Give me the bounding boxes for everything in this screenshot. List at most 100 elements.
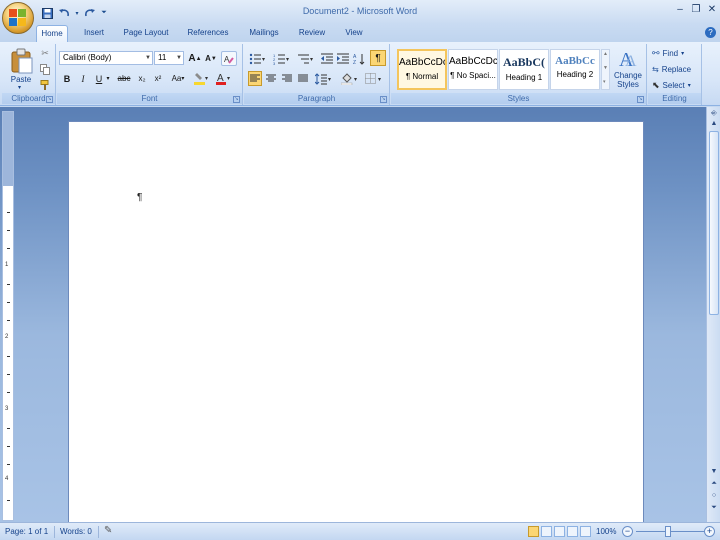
gallery-more-icon[interactable]: ▾ [603, 79, 606, 85]
proofing-icon[interactable]: ✎ [104, 525, 112, 536]
scroll-up-icon[interactable]: ▲ [709, 119, 719, 129]
format-painter-icon[interactable] [38, 78, 52, 93]
font-color-icon: A ▾ [216, 73, 230, 85]
close-icon[interactable]: ✕ [706, 4, 718, 16]
clipboard-group: Paste ▾ ✂ Clipboard ↘ [2, 44, 56, 105]
bold-button[interactable]: B [61, 71, 73, 86]
office-logo-icon [9, 9, 27, 27]
scroll-down-icon[interactable]: ▼ [709, 467, 719, 477]
tab-insert[interactable]: Insert [78, 25, 110, 42]
change-case-label: Aa [171, 74, 182, 83]
multilevel-list-icon: ▾ [298, 54, 313, 63]
clipboard-launcher-icon[interactable]: ↘ [46, 96, 53, 103]
select-button[interactable]: ⬉ Select ▾ [652, 78, 700, 93]
scroll-thumb[interactable] [709, 131, 719, 315]
svg-text:▾: ▾ [378, 77, 381, 83]
multilevel-list-button[interactable]: ▾ [296, 51, 316, 66]
font-name-dropdown[interactable]: Calibri (Body) ▼ [59, 51, 153, 65]
style-normal[interactable]: AaBbCcDc ¶ Normal [397, 49, 447, 90]
ruler-toggle-icon[interactable]: ⎆ [709, 109, 719, 119]
svg-text:▾: ▾ [328, 77, 331, 83]
align-right-icon[interactable] [280, 71, 294, 86]
tab-mailings[interactable]: Mailings [244, 25, 284, 42]
underline-dropdown-icon[interactable]: ▾ [105, 71, 111, 86]
web-layout-icon[interactable] [554, 526, 565, 537]
paste-label: Paste [10, 75, 32, 84]
zoom-slider-thumb[interactable] [665, 526, 671, 537]
svg-text:3: 3 [273, 61, 276, 65]
print-layout-icon[interactable] [528, 526, 539, 537]
vertical-scrollbar[interactable]: ⎆ ▲ ▼ ⏶ ○ ⏷ [706, 107, 720, 522]
underline-button[interactable]: U [93, 71, 105, 86]
help-icon[interactable]: ? [705, 27, 716, 38]
font-launcher-icon[interactable]: ↘ [233, 96, 240, 103]
replace-button[interactable]: ⇆ Replace [652, 62, 700, 77]
style-heading-2[interactable]: AaBbCc Heading 2 [550, 49, 600, 90]
show-hide-marks-button[interactable]: ¶ [370, 50, 386, 66]
styles-group: AaBbCcDc ¶ Normal AaBbCcDc ¶ No Spaci...… [391, 44, 647, 105]
vertical-ruler[interactable]: 1 2 3 4 [2, 111, 14, 521]
change-case-button[interactable]: Aa ▾ [169, 71, 187, 86]
document-workspace: 1 2 3 4 ¶ [0, 107, 720, 523]
tab-view[interactable]: View [340, 25, 368, 42]
tab-home[interactable]: Home [36, 25, 68, 42]
align-center-icon[interactable] [264, 71, 278, 86]
paragraph-launcher-icon[interactable]: ↘ [380, 96, 387, 103]
align-left-icon[interactable] [248, 71, 262, 86]
cut-icon[interactable]: ✂ [38, 46, 52, 61]
styles-gallery-scroll[interactable]: ▲ ▼ ▾ [601, 49, 610, 90]
paste-button[interactable]: Paste ▾ [6, 46, 36, 91]
editing-group-label: Editing [648, 93, 701, 104]
style-no-spacing[interactable]: AaBbCcDc ¶ No Spaci... [448, 49, 498, 90]
replace-label: Replace [661, 65, 692, 74]
paragraph-group-label: Paragraph [244, 93, 389, 104]
change-styles-button[interactable]: A A Change Styles [612, 46, 644, 92]
superscript-button[interactable]: x² [151, 71, 165, 86]
font-size-dropdown[interactable]: 11 ▼ [154, 51, 184, 65]
previous-page-icon[interactable]: ⏶ [709, 479, 719, 489]
sort-icon[interactable]: AZ [352, 51, 366, 66]
office-button[interactable] [2, 2, 34, 34]
clear-formatting-icon[interactable]: A [221, 51, 237, 66]
zoom-out-icon[interactable]: − [622, 526, 633, 537]
style-heading-1[interactable]: AaBbC( Heading 1 [499, 49, 549, 90]
increase-indent-icon[interactable] [336, 51, 350, 66]
find-button[interactable]: ⚯ Find ▾ [652, 46, 700, 61]
select-browse-object-icon[interactable]: ○ [709, 491, 719, 501]
tab-review[interactable]: Review [294, 25, 330, 42]
shading-button[interactable]: ▾ [340, 71, 360, 86]
subscript-button[interactable]: x₂ [135, 71, 149, 86]
italic-button[interactable]: I [77, 71, 89, 86]
font-color-button[interactable]: A ▾ [215, 71, 233, 86]
zoom-level[interactable]: 100% [596, 527, 616, 536]
styles-launcher-icon[interactable]: ↘ [637, 96, 644, 103]
full-screen-reading-icon[interactable] [541, 526, 552, 537]
bullets-button[interactable]: ▾ [248, 51, 268, 66]
document-page[interactable]: ¶ [68, 121, 644, 523]
scroll-down-icon[interactable]: ▼ [603, 65, 608, 71]
svg-text:▾: ▾ [310, 57, 313, 63]
page-count[interactable]: Page: 1 of 1 [5, 527, 48, 536]
numbering-button[interactable]: 1 2 3 ▾ [272, 51, 292, 66]
tab-page-layout[interactable]: Page Layout [120, 25, 172, 42]
next-page-icon[interactable]: ⏷ [709, 503, 719, 513]
ruler-number: 3 [5, 406, 9, 412]
highlight-color-button[interactable]: ▾ [193, 71, 211, 86]
outline-view-icon[interactable] [567, 526, 578, 537]
borders-button[interactable]: ▾ [364, 71, 384, 86]
shrink-font-button[interactable]: A ▼ [204, 51, 218, 66]
copy-icon[interactable] [38, 62, 52, 77]
minimize-icon[interactable]: – [674, 4, 686, 16]
tab-references[interactable]: References [184, 25, 232, 42]
zoom-in-icon[interactable]: + [704, 526, 715, 537]
grow-font-button[interactable]: A ▲ [188, 51, 202, 66]
scroll-up-icon[interactable]: ▲ [603, 51, 608, 57]
word-count[interactable]: Words: 0 [60, 527, 92, 536]
decrease-indent-icon[interactable] [320, 51, 334, 66]
borders-icon: ▾ [365, 72, 381, 84]
restore-icon[interactable]: ❐ [690, 4, 702, 16]
draft-view-icon[interactable] [580, 526, 591, 537]
line-spacing-button[interactable]: ▾ [314, 71, 334, 86]
justify-icon[interactable] [296, 71, 310, 86]
strikethrough-button[interactable]: abc [115, 71, 133, 86]
